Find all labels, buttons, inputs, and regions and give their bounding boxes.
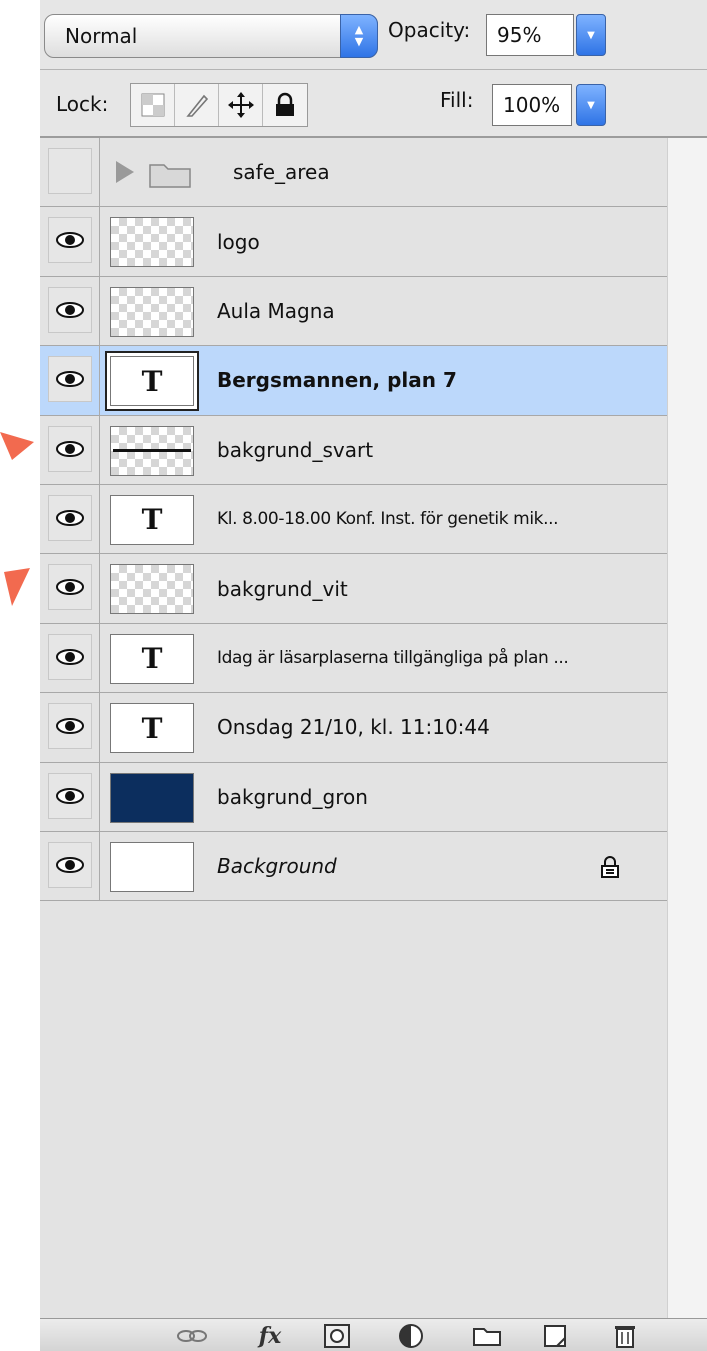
- eye-icon[interactable]: [48, 772, 92, 819]
- text-layer-thumbnail: T: [110, 703, 194, 754]
- text-t-icon: T: [141, 503, 163, 537]
- opacity-dropdown-icon[interactable]: ▼: [576, 14, 606, 56]
- checker-icon: [141, 93, 164, 117]
- pointer-arrow-1: [0, 432, 34, 460]
- blend-mode-value: Normal: [65, 24, 138, 48]
- layer-row-bakgrund-gron[interactable]: bakgrund_gron: [40, 762, 667, 832]
- eye-icon[interactable]: [48, 425, 92, 472]
- expand-triangle-icon[interactable]: [116, 161, 134, 183]
- fill-label: Fill:: [440, 88, 474, 112]
- layer-row-safe-area[interactable]: safe_area: [40, 138, 667, 208]
- layer-thumbnail: [110, 841, 194, 892]
- text-t-icon: T: [141, 711, 163, 745]
- new-layer-icon[interactable]: [540, 1323, 570, 1349]
- fill-value: 100%: [503, 93, 561, 117]
- layer-thumbnail: [110, 217, 194, 268]
- layer-name: Bergsmannen, plan 7: [217, 368, 457, 393]
- trash-icon[interactable]: [610, 1323, 640, 1349]
- layers-panel: Normal ▲ ▼ Opacity: 95% ▼ Lock: Fill: 100…: [40, 0, 707, 1351]
- eye-icon[interactable]: [48, 217, 92, 264]
- opacity-field[interactable]: 95%: [486, 14, 574, 56]
- layer-row-onsdag[interactable]: T Onsdag 21/10, kl. 11:10:44: [40, 693, 667, 763]
- fill-field[interactable]: 100%: [492, 84, 572, 126]
- text-t-icon: T: [141, 364, 163, 398]
- layer-name: Background: [217, 854, 337, 879]
- bottom-toolbar: fx: [40, 1318, 707, 1351]
- brush-icon: [185, 94, 208, 117]
- layer-row-logo[interactable]: logo: [40, 207, 667, 277]
- lock-icon: [601, 855, 619, 878]
- visibility-toggle[interactable]: [48, 148, 92, 194]
- layer-row-bakgrund-vit[interactable]: bakgrund_vit: [40, 554, 667, 624]
- layer-name: Kl. 8.00-18.00 Konf. Inst. för genetik m…: [217, 509, 559, 530]
- layer-name: Idag är läsarplaserna tillgängliga på pl…: [217, 647, 569, 668]
- layer-name: safe_area: [233, 160, 330, 185]
- move-icon: [227, 92, 254, 118]
- layer-thumbnail: [110, 772, 194, 823]
- layer-name: bakgrund_gron: [217, 784, 368, 809]
- text-layer-thumbnail: T: [110, 356, 194, 407]
- padlock-icon: [276, 92, 294, 116]
- layer-name: logo: [217, 229, 260, 254]
- eye-icon[interactable]: [48, 356, 92, 403]
- lock-image-pixels-button[interactable]: [175, 84, 219, 126]
- layer-name: Aula Magna: [217, 298, 335, 323]
- lock-label: Lock:: [56, 92, 109, 116]
- layer-thumbnail: [110, 425, 194, 476]
- link-icon[interactable]: [174, 1323, 210, 1349]
- eye-icon[interactable]: [48, 494, 92, 541]
- lock-buttons: [130, 83, 308, 127]
- layers-list: safe_area logo Aula Magna T Bergsmannen,…: [40, 138, 667, 902]
- layer-row-bakgrund-svart[interactable]: bakgrund_svart: [40, 415, 667, 485]
- layer-row-bergsmannen[interactable]: T Bergsmannen, plan 7: [40, 346, 667, 416]
- eye-icon[interactable]: [48, 286, 92, 333]
- layer-name: bakgrund_svart: [217, 437, 374, 462]
- mask-icon[interactable]: [322, 1323, 352, 1349]
- folder-icon: [149, 164, 191, 188]
- layer-row-aula-magna[interactable]: Aula Magna: [40, 276, 667, 347]
- blend-toolbar: Normal ▲ ▼ Opacity: 95% ▼: [40, 0, 707, 70]
- pointer-arrow-2: [4, 568, 30, 606]
- layer-thumbnail: [110, 564, 194, 615]
- folder-icon[interactable]: [470, 1323, 504, 1349]
- opacity-value: 95%: [497, 23, 542, 47]
- layer-name: bakgrund_vit: [217, 576, 348, 601]
- text-layer-thumbnail: T: [110, 494, 194, 545]
- lock-all-button[interactable]: [263, 84, 307, 126]
- eye-icon[interactable]: [48, 703, 92, 750]
- lock-transparent-pixels-button[interactable]: [131, 84, 175, 126]
- fill-dropdown-icon[interactable]: ▼: [576, 84, 606, 126]
- blend-mode-select[interactable]: Normal ▲ ▼: [44, 14, 378, 58]
- lock-position-button[interactable]: [219, 84, 263, 126]
- layer-name: Onsdag 21/10, kl. 11:10:44: [217, 715, 490, 740]
- layer-row-background[interactable]: Background: [40, 831, 667, 902]
- eye-icon[interactable]: [48, 841, 92, 888]
- text-layer-thumbnail: T: [110, 633, 194, 684]
- eye-icon[interactable]: [48, 564, 92, 611]
- fx-icon[interactable]: fx: [250, 1323, 290, 1349]
- opacity-label: Opacity:: [388, 18, 471, 42]
- updown-arrows-icon[interactable]: ▲ ▼: [340, 14, 378, 58]
- layer-thumbnail: [110, 286, 194, 337]
- layer-row-kl-8[interactable]: T Kl. 8.00-18.00 Konf. Inst. för genetik…: [40, 484, 667, 555]
- adjustment-icon[interactable]: [396, 1323, 426, 1349]
- eye-icon[interactable]: [48, 633, 92, 680]
- vertical-scrollbar[interactable]: [667, 138, 707, 1318]
- text-t-icon: T: [141, 642, 163, 676]
- layer-row-idag[interactable]: T Idag är läsarplaserna tillgängliga på …: [40, 623, 667, 694]
